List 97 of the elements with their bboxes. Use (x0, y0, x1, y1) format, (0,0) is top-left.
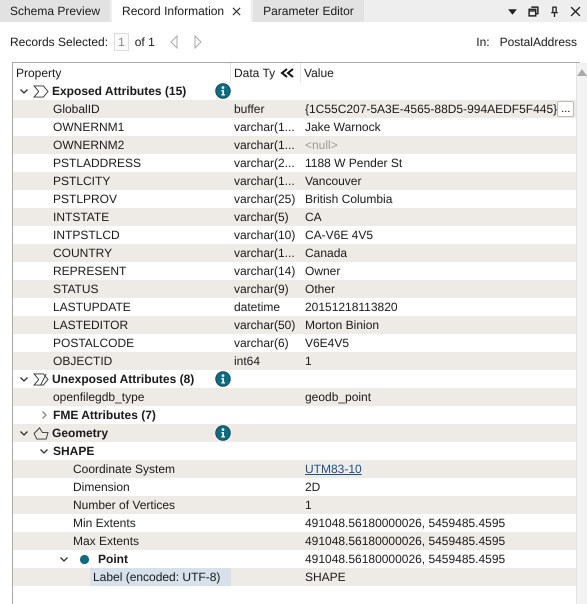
property-name[interactable]: LASTUPDATE (50, 299, 134, 315)
property-name[interactable]: OBJECTID (50, 353, 116, 369)
value-text: Other (305, 282, 336, 296)
tab-label: Parameter Editor (263, 4, 354, 18)
group-label: SHAPE (53, 444, 94, 458)
property-name[interactable]: PSTLCITY (50, 173, 114, 189)
value-text: Vancouver (305, 174, 362, 188)
property-name[interactable]: Dimension (70, 479, 133, 495)
tab-label: Schema Preview (10, 4, 100, 18)
property-name[interactable]: openfilegdb_type (50, 389, 148, 405)
data-type: varchar(2... (234, 156, 295, 170)
data-type: varchar(1... (234, 246, 295, 260)
property-name[interactable]: POSTALCODE (50, 335, 138, 351)
property-name[interactable]: PSTLPROV (50, 191, 120, 207)
data-type: int64 (234, 354, 260, 368)
data-type: varchar(25) (234, 192, 296, 206)
group-label: Geometry (52, 426, 108, 440)
records-label: Records Selected: (10, 35, 108, 49)
chevron-down-icon[interactable] (19, 428, 29, 438)
value-text: 491048.56180000026, 5459485.4595 (305, 534, 506, 548)
property-name[interactable]: OWNERNM2 (50, 137, 128, 153)
value-text: V6E4V5 (305, 336, 350, 350)
value-text: {1C55C207-5A3E-4565-88D5-994AEDF5F445} (305, 102, 558, 116)
tab[interactable]: Record Information (112, 0, 252, 22)
value-text: SHAPE (305, 570, 346, 584)
data-type: varchar(50) (234, 318, 296, 332)
restore-icon[interactable] (528, 6, 539, 16)
property-name[interactable]: REPRESENT (50, 263, 130, 279)
chevron-down-icon[interactable] (59, 554, 69, 564)
data-type: varchar(14) (234, 264, 296, 278)
source-name: PostalAddress (500, 35, 577, 49)
property-name[interactable]: STATUS (50, 281, 102, 297)
property-name[interactable]: Min Extents (70, 515, 139, 531)
value-text: geodb_point (305, 390, 372, 404)
data-type: varchar(10) (234, 228, 296, 242)
value-text: Jake Warnock (305, 120, 381, 134)
group-label: Point (98, 552, 128, 566)
property-name[interactable]: PSTLADDRESS (50, 155, 144, 171)
chevron-down-icon[interactable] (19, 86, 29, 96)
data-type: varchar(1... (234, 138, 295, 152)
pin-icon[interactable] (549, 6, 560, 16)
null-value: <null> (305, 138, 338, 152)
tab[interactable]: Parameter Editor (253, 0, 364, 22)
data-type: varchar(1... (234, 120, 295, 134)
property-name[interactable]: OWNERNM1 (50, 119, 128, 135)
column-header[interactable]: Property (13, 63, 231, 82)
property-name[interactable]: GlobalID (50, 101, 103, 117)
data-type: varchar(1... (234, 174, 295, 188)
value-text: Owner (305, 264, 340, 278)
group-label: Unexposed Attributes (8) (52, 372, 194, 386)
record-total: of 1 (134, 35, 155, 49)
value-text: British Columbia (305, 192, 392, 206)
info-icon[interactable] (215, 371, 231, 387)
property-name[interactable]: Max Extents (70, 533, 142, 549)
scrollbar[interactable] (576, 63, 587, 604)
value-text: Canada (305, 246, 348, 260)
property-name[interactable]: LASTEDITOR (50, 317, 132, 333)
property-name[interactable]: Coordinate System (70, 461, 178, 477)
chevron-right-icon[interactable] (39, 410, 49, 420)
group-label: FME Attributes (7) (53, 408, 156, 422)
more-button[interactable]: ... (557, 101, 574, 117)
column-header[interactable]: Data Ty (231, 63, 301, 82)
value-text: 1 (305, 354, 312, 368)
value-text: 1 (305, 498, 312, 512)
data-type: varchar(5) (234, 210, 289, 224)
value-text: Morton Binion (305, 318, 380, 332)
value-text: 20151218113820 (305, 300, 398, 314)
chevron-down-icon[interactable] (39, 446, 49, 456)
point-icon (79, 554, 90, 564)
info-icon[interactable] (215, 425, 231, 441)
value-text: 491048.56180000026, 5459485.4595 (305, 516, 506, 530)
value-text: CA-V6E 4V5 (305, 228, 374, 242)
polygon-icon (33, 426, 50, 440)
info-icon[interactable] (215, 83, 231, 99)
tab[interactable]: Schema Preview (0, 0, 110, 22)
property-name[interactable]: INTSTATE (50, 209, 112, 225)
chevron-down-icon[interactable] (19, 374, 29, 384)
value-text: 491048.56180000026, 5459485.4595 (305, 552, 506, 566)
data-type: buffer (234, 102, 264, 116)
collapse-icon[interactable] (279, 68, 296, 78)
value-text: 2D (305, 480, 320, 494)
source-label: In: (476, 35, 490, 49)
property-name[interactable]: Number of Vertices (70, 497, 178, 513)
property-name[interactable]: Label (encoded: UTF-8) (90, 568, 231, 586)
close-icon[interactable] (570, 6, 581, 16)
column-header[interactable]: Value (301, 63, 576, 82)
data-type: varchar(9) (234, 282, 289, 296)
value-text: CA (305, 210, 322, 224)
data-type: varchar(6) (234, 336, 289, 350)
tab-label: Record Information (122, 4, 224, 18)
property-name[interactable]: COUNTRY (50, 245, 116, 261)
close-icon[interactable] (232, 6, 242, 16)
group-label: Exposed Attributes (15) (52, 84, 186, 98)
property-name[interactable]: INTPSTLCD (50, 227, 123, 243)
data-type: datetime (234, 300, 280, 314)
value-link[interactable]: UTM83-10 (305, 462, 362, 476)
value-text: 1188 W Pender St (305, 156, 402, 170)
